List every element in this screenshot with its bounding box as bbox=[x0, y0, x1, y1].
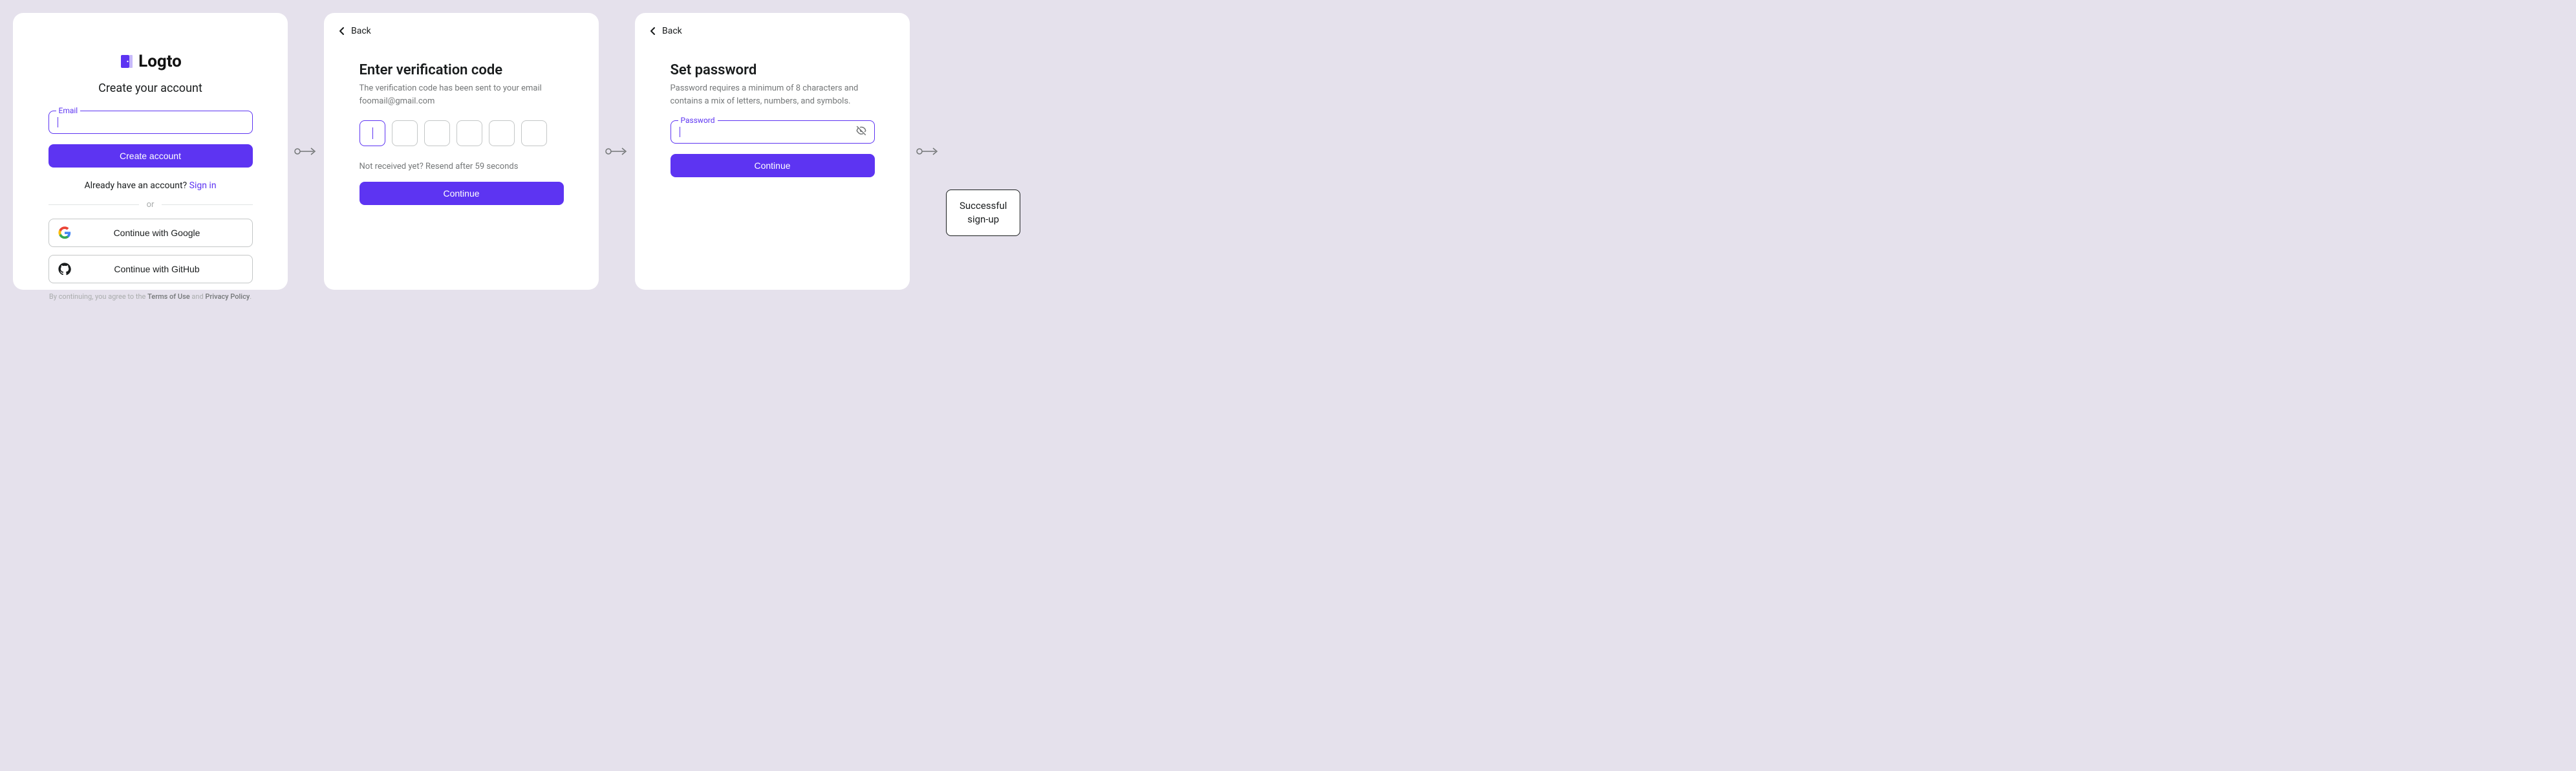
github-label: Continue with GitHub bbox=[71, 264, 243, 274]
flow-arrow-icon bbox=[605, 13, 628, 290]
google-icon bbox=[58, 226, 71, 239]
password-continue-button[interactable]: Continue bbox=[671, 154, 875, 177]
email-label: Email bbox=[56, 106, 81, 115]
logto-logo-icon bbox=[119, 54, 134, 69]
verification-card: Back Enter verification code The verific… bbox=[324, 13, 599, 290]
signin-row: Already have an account? Sign in bbox=[48, 180, 253, 191]
signin-prefix: Already have an account? bbox=[84, 180, 189, 191]
flow-arrow-icon bbox=[294, 13, 317, 290]
back-label: Back bbox=[351, 26, 371, 36]
code-input-row bbox=[360, 120, 564, 146]
privacy-policy-link[interactable]: Privacy Policy bbox=[205, 292, 250, 301]
create-account-button[interactable]: Create account bbox=[48, 144, 253, 168]
divider: or bbox=[48, 200, 253, 210]
back-button[interactable]: Back bbox=[648, 26, 897, 36]
eye-off-icon[interactable] bbox=[855, 125, 867, 139]
brand-name: Logto bbox=[138, 52, 182, 71]
code-digit-6[interactable] bbox=[521, 120, 547, 146]
back-label: Back bbox=[662, 26, 682, 36]
logo-row: Logto bbox=[48, 52, 253, 71]
chevron-left-icon bbox=[337, 26, 347, 36]
chevron-left-icon bbox=[648, 26, 658, 36]
code-digit-1[interactable] bbox=[360, 120, 385, 146]
code-digit-4[interactable] bbox=[456, 120, 482, 146]
terms-of-use-link[interactable]: Terms of Use bbox=[147, 292, 190, 301]
signup-card: Logto Create your account Email Create a… bbox=[13, 13, 288, 290]
email-field-wrap: Email bbox=[48, 111, 253, 134]
verify-desc: The verification code has been sent to y… bbox=[360, 82, 564, 107]
password-card: Back Set password Password requires a mi… bbox=[635, 13, 910, 290]
continue-github-button[interactable]: Continue with GitHub bbox=[48, 255, 253, 283]
result-box: Successfulsign-up bbox=[946, 190, 1020, 236]
password-desc: Password requires a minimum of 8 charact… bbox=[671, 82, 875, 107]
signup-title: Create your account bbox=[48, 81, 253, 95]
divider-text: or bbox=[147, 200, 155, 210]
verify-continue-button[interactable]: Continue bbox=[360, 182, 564, 205]
flow-arrow-icon bbox=[916, 13, 939, 290]
code-digit-3[interactable] bbox=[424, 120, 450, 146]
code-digit-2[interactable] bbox=[392, 120, 418, 146]
verify-email: foomail@gmail.com bbox=[360, 96, 435, 106]
signin-link[interactable]: Sign in bbox=[189, 180, 217, 191]
password-label: Password bbox=[678, 116, 718, 125]
back-button[interactable]: Back bbox=[337, 26, 586, 36]
github-icon bbox=[58, 263, 71, 276]
password-title: Set password bbox=[671, 62, 875, 78]
password-field-wrap: Password bbox=[671, 120, 875, 144]
terms-text: By continuing, you agree to the Terms of… bbox=[48, 292, 253, 301]
verify-title: Enter verification code bbox=[360, 62, 564, 78]
resend-text: Not received yet? Resend after 59 second… bbox=[360, 162, 564, 171]
code-digit-5[interactable] bbox=[489, 120, 515, 146]
continue-google-button[interactable]: Continue with Google bbox=[48, 219, 253, 247]
google-label: Continue with Google bbox=[71, 228, 243, 238]
